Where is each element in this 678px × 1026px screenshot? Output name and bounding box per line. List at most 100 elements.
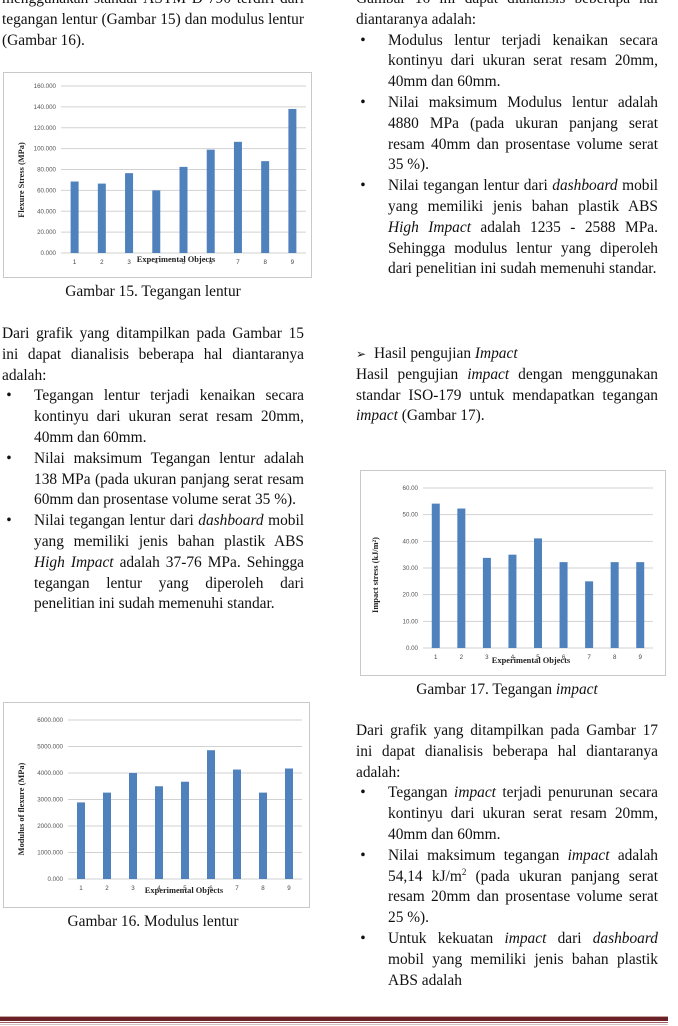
bullet-text-italic: High Impact [388,218,471,236]
y-tick-label: 20.00 [403,592,419,599]
bullet-icon: • [360,784,366,802]
bullet-text: mobil yang memiliki jenis bahan plastik … [388,950,658,989]
x-tick-label: 1 [434,654,438,661]
bar-2 [103,792,111,879]
x-tick-label: 3 [127,259,131,266]
footer-rule-line [0,1022,668,1023]
figure-16-caption: Gambar 16. Modulus lentur [67,913,239,930]
intro-line-2: terdiri dari tegangan lentur (Gambar 15)… [2,0,304,49]
bullet-text: Tegangan [388,784,455,802]
bar-4 [155,786,163,879]
x-tick-label: 4 [511,654,515,661]
x-tick-label: 4 [157,885,161,892]
figure-15-caption: Gambar 15. Tegangan lentur [65,283,241,300]
bullet-text-italic: impact [567,846,610,864]
bullet-icon: • [6,449,12,467]
bar-2 [97,183,106,253]
analysis-16-bullet: • Nilai tegangan lentur dari dashboard m… [356,176,658,280]
analysis-16-bullet: • Modulus lentur terjadi kenaikan secara… [356,31,658,93]
caption-text: Gambar 17. Tegangan [416,681,556,698]
y-tick-label: 120.000 [34,125,57,132]
bar-6 [206,149,215,253]
x-tick-label: 8 [263,259,267,266]
x-tick-label: 9 [638,654,642,661]
x-tick-label: 1 [73,259,77,266]
y-tick-label: 60.00 [403,485,419,492]
bullet-icon: • [360,929,366,947]
paragraph-text-italic: impact [467,365,510,383]
bar-3 [129,773,137,879]
bar-9 [288,108,297,254]
bullet-text-italic: dashboard [198,512,264,530]
x-tick-label: 2 [105,885,109,892]
x-axis-label: Experimental Objects [492,656,571,665]
modulus-of-flexure-chart: Modulus of flexure (MPa) Experimental Ob… [17,717,302,895]
bar-5 [181,781,189,879]
bullet-text: Modulus lentur terjadi kenaikan secara k… [388,31,658,91]
x-tick-label: 2 [460,654,464,661]
analysis-17-bullet: • Tegangan impact terjadi penurunan seca… [356,783,658,845]
x-tick-label: 3 [131,885,135,892]
bullet-icon: • [360,31,366,49]
y-axis-label: Impact stress (kJ/m²) [371,537,380,613]
bar-5 [534,538,542,648]
bar-7 [233,141,242,253]
bar-3 [482,557,491,648]
y-tick-label: 60.000 [37,187,56,194]
bar-1 [431,503,440,648]
x-tick-label: 7 [587,654,591,661]
impact-section-heading: ➢ Hasil pengujian Impact [356,344,658,365]
heading-text: Hasil pengujian [374,345,475,362]
x-tick-label: 5 [183,885,187,892]
bar-6 [559,562,568,648]
bullet-icon: • [6,387,12,405]
bullet-icon: • [6,512,12,530]
x-tick-label: 7 [235,885,239,892]
x-tick-label: 1 [79,885,83,892]
bar-8 [259,792,267,879]
impact-stress-chart: Impact stress (kJ/m²) Experimental Objec… [371,485,653,665]
x-tick-label: 7 [236,259,240,266]
bullet-text: Nilai maksimum Modulus lentur adalah 488… [388,93,658,174]
left-column: menggunakan standar ASTM D-790 terdiri d… [2,0,304,51]
analysis-17-bullet: • Untuk kekuatan impact dari dashboard m… [356,929,658,991]
x-tick-label: 8 [613,654,617,661]
x-tick-label: 5 [182,259,186,266]
bullet-text-italic: impact [504,929,547,947]
flexure-stress-chart: Flexure Stress (MPa) Experimental Object… [17,83,306,266]
x-tick-label: 6 [209,259,213,266]
analysis-15: Dari grafik yang ditampilkan pada Gambar… [2,324,304,615]
bar-7 [585,581,594,648]
y-axis-label: Modulus of flexure (MPa) [17,762,26,855]
bar-4 [508,554,517,648]
bullet-text-italic: High Impact [34,553,114,571]
x-tick-label: 8 [261,885,265,892]
figure-17-caption: Gambar 17. Tegangan impact [356,680,658,700]
bar-6 [207,750,215,879]
bar-3 [125,173,134,253]
bar-4 [152,190,161,253]
analysis-17-intro: Dari grafik yang ditampilkan pada Gambar… [356,722,658,781]
x-tick-label: 6 [209,885,213,892]
x-tick-label: 9 [287,885,291,892]
y-tick-label: 2000.000 [37,823,63,830]
bullet-text: Nilai tegangan lentur dari [388,177,553,195]
y-tick-label: 80.000 [37,167,56,174]
bullet-icon: • [360,177,366,195]
bar-9 [636,562,645,648]
bullet-text: Nilai maksimum Tegangan lentur adalah 13… [34,449,304,509]
bullet-text: Tegangan lentur terjadi kenaikan secara … [34,387,304,446]
bar-8 [610,562,619,648]
y-tick-label: 5000.000 [37,744,63,751]
caption-text-italic: impact [555,681,598,698]
figure-16-chart: Modulus of flexure (MPa) Experimental Ob… [3,702,310,908]
y-tick-label: 140.000 [34,104,57,111]
paragraph-text: (Gambar 17). [397,407,485,425]
intro-paragraph: menggunakan standar ASTM D-790 terdiri d… [2,0,304,51]
bullet-text-italic: impact [454,784,496,802]
bar-9 [285,768,293,879]
bar-1 [77,802,85,879]
paragraph-text-italic: impact [356,407,398,425]
x-tick-label: 3 [485,654,489,661]
analysis-16-intro: Gambar 16 ini dapat dianalisis beberapa … [356,0,658,28]
